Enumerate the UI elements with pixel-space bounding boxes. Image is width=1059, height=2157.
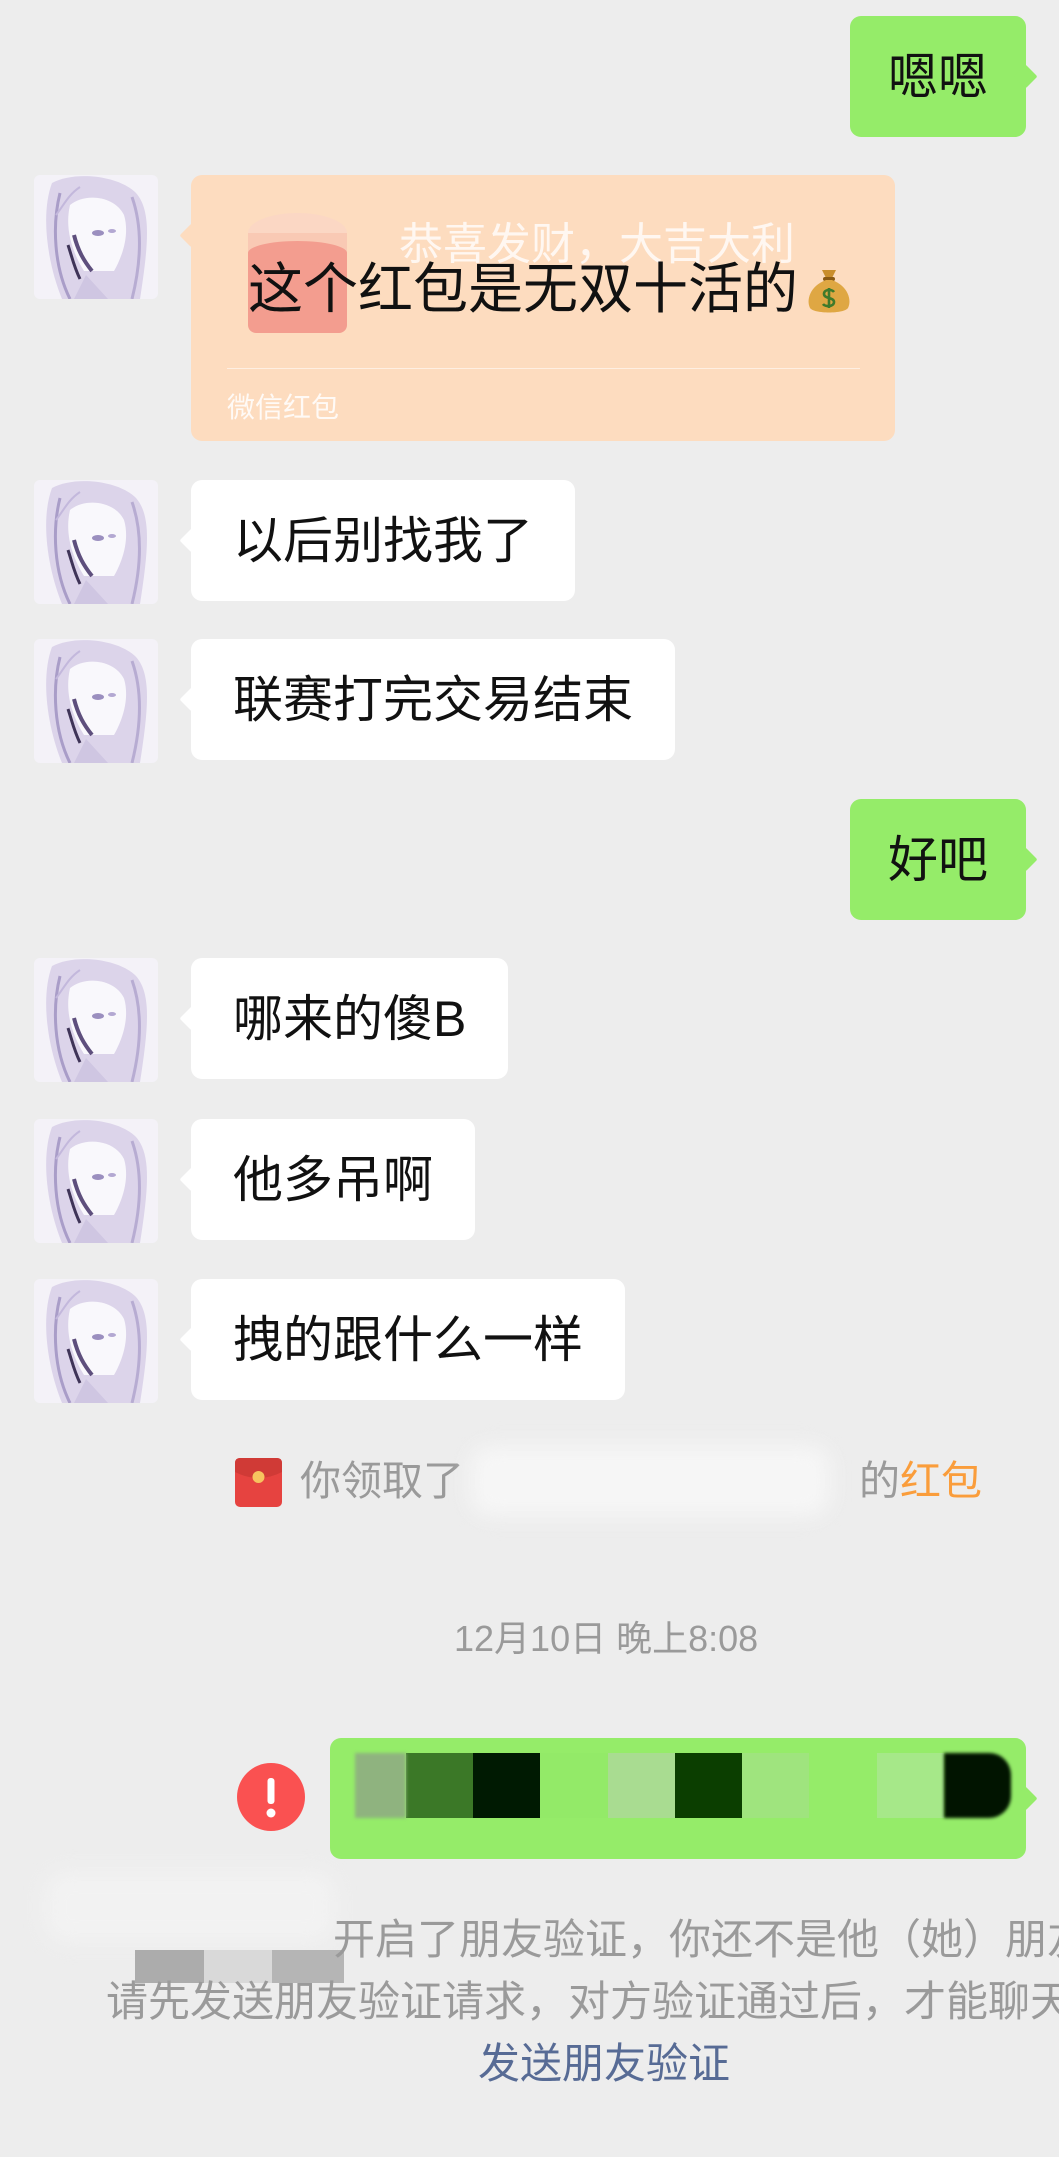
message-text: 他多吊啊 bbox=[233, 1151, 433, 1208]
mosaic-block bbox=[742, 1753, 810, 1818]
redacted-message-mosaic bbox=[355, 1753, 1011, 1818]
packet-divider bbox=[227, 368, 860, 369]
message-text: 嗯嗯 bbox=[888, 48, 988, 105]
outgoing-message-bubble[interactable]: 嗯嗯 bbox=[850, 16, 1026, 137]
packet-overlay: 这个红包是无双十活的 bbox=[248, 257, 852, 321]
incoming-message-bubble[interactable]: 拽的跟什么一样 bbox=[191, 1279, 625, 1400]
mosaic-block bbox=[674, 1753, 743, 1818]
mosaic-block bbox=[876, 1753, 944, 1818]
money-bag-icon bbox=[808, 270, 850, 313]
avatar-image bbox=[34, 958, 158, 1082]
contact-avatar[interactable] bbox=[34, 1279, 158, 1403]
mosaic-block bbox=[406, 1753, 474, 1818]
contact-avatar[interactable] bbox=[34, 175, 158, 299]
avatar-image bbox=[34, 1119, 158, 1243]
mosaic-block bbox=[355, 1753, 406, 1818]
contact-avatar[interactable] bbox=[34, 480, 158, 604]
incoming-message-bubble[interactable]: 联赛打完交易结束 bbox=[191, 639, 675, 760]
failed-message-bubble[interactable] bbox=[330, 1738, 1026, 1859]
mosaic-block bbox=[943, 1753, 1011, 1818]
mosaic-block bbox=[473, 1753, 541, 1818]
verification-line-2: 请先发送朋友验证请求，对方验证通过后，才能聊天 bbox=[106, 1978, 1059, 2025]
contact-avatar[interactable] bbox=[34, 639, 158, 763]
mosaic-block bbox=[607, 1753, 675, 1818]
packet-notice-suffix: 的 bbox=[859, 1458, 900, 1504]
redacted-blur bbox=[45, 1872, 335, 1942]
avatar-image bbox=[34, 175, 158, 299]
avatar-image bbox=[34, 639, 158, 763]
contact-avatar[interactable] bbox=[34, 958, 158, 1082]
send-verification-link[interactable]: 发送朋友验证 bbox=[478, 2040, 730, 2088]
outgoing-message-bubble[interactable]: 好吧 bbox=[850, 799, 1026, 920]
message-text: 联赛打完交易结束 bbox=[233, 671, 633, 728]
avatar-image bbox=[34, 480, 158, 604]
red-packet-card[interactable]: 恭喜发财，大吉大利 这个红包是无双十活的 微信红包 bbox=[191, 175, 895, 441]
message-text: 哪来的傻B bbox=[233, 990, 467, 1047]
timestamp: 12月10日 晚上8:08 bbox=[454, 1618, 759, 1659]
redacted-sender-name bbox=[470, 1446, 830, 1516]
packet-overlay-text: 这个红包是无双十活的 bbox=[248, 258, 799, 320]
message-text: 好吧 bbox=[888, 831, 988, 888]
message-text: 拽的跟什么一样 bbox=[233, 1311, 583, 1368]
packet-footer: 微信红包 bbox=[227, 392, 340, 423]
packet-link[interactable]: 红包 bbox=[900, 1456, 982, 1506]
mosaic-block bbox=[809, 1753, 877, 1818]
incoming-message-bubble[interactable]: 哪来的傻B bbox=[191, 958, 509, 1079]
message-text: 以后别找我了 bbox=[233, 512, 533, 569]
incoming-message-bubble[interactable]: 他多吊啊 bbox=[191, 1119, 475, 1240]
incoming-message-bubble[interactable]: 以后别找我了 bbox=[191, 480, 575, 601]
red-packet-icon bbox=[235, 1458, 282, 1507]
mosaic-block bbox=[540, 1753, 608, 1818]
avatar-image bbox=[34, 1279, 158, 1403]
error-icon[interactable] bbox=[237, 1763, 305, 1831]
packet-notice-prefix: 你领取了 bbox=[300, 1458, 464, 1504]
verification-line-1: 开启了朋友验证，你还不是他（她）朋友 bbox=[333, 1916, 1059, 1963]
contact-avatar[interactable] bbox=[34, 1119, 158, 1243]
